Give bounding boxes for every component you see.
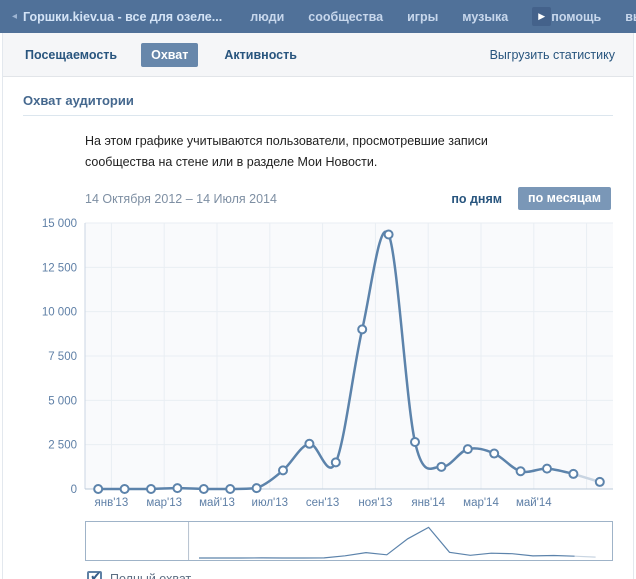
- check-icon: ✔: [90, 568, 102, 579]
- top-nav-right: помощь выйти: [551, 10, 636, 24]
- nav-item-communities[interactable]: сообщества: [308, 10, 383, 24]
- full-reach-label: Полный охват: [110, 572, 191, 579]
- chart-range-navigator[interactable]: [85, 521, 613, 561]
- reach-line-chart[interactable]: 0 2 500 5 000 7 500 10 000 12 500 15 000 янв'13…: [23, 216, 619, 514]
- svg-text:10 000: 10 000: [42, 307, 77, 319]
- navigator-mini-chart: [86, 522, 612, 560]
- play-arrow-icon: ▶: [538, 12, 545, 21]
- nav-item-logout[interactable]: выйти: [625, 10, 636, 24]
- vk-statistics-page: ◂ Горшки.kiev.ua - все для озеле... люди…: [0, 0, 636, 579]
- svg-text:янв'14: янв'14: [411, 497, 445, 509]
- chart-header-row: 14 Октября 2012 – 14 Июля 2014 по дням п…: [85, 187, 611, 210]
- svg-text:май'14: май'14: [516, 497, 552, 509]
- date-range-label: 14 Октября 2012 – 14 Июля 2014: [85, 192, 277, 206]
- svg-text:май'13: май'13: [199, 497, 235, 509]
- nav-item-games[interactable]: игры: [407, 10, 438, 24]
- svg-text:мар'14: мар'14: [463, 497, 499, 509]
- tab-visitors[interactable]: Посещаемость: [25, 43, 117, 67]
- chart-description: На этом графике учитываются пользователи…: [85, 131, 535, 172]
- svg-text:янв'13: янв'13: [95, 497, 129, 509]
- svg-text:сен'13: сен'13: [306, 497, 339, 509]
- top-nav-bar: ◂ Горшки.kiev.ua - все для озеле... люди…: [0, 0, 636, 33]
- stats-tab-bar: Посещаемость Охват Активность Выгрузить …: [3, 33, 633, 77]
- export-statistics-link[interactable]: Выгрузить статистику: [490, 48, 615, 62]
- svg-text:ноя'13: ноя'13: [358, 497, 392, 509]
- svg-text:июл'13: июл'13: [252, 497, 289, 509]
- svg-text:2 500: 2 500: [48, 440, 77, 452]
- nav-item-people[interactable]: люди: [250, 10, 284, 24]
- nav-more-button[interactable]: ▶: [532, 7, 551, 26]
- community-back-link[interactable]: ◂ Горшки.kiev.ua - все для озеле...: [12, 10, 222, 24]
- back-arrow-icon: ◂: [12, 12, 17, 22]
- svg-text:7 500: 7 500: [48, 351, 77, 363]
- top-nav-links: люди сообщества игры музыка ▶: [250, 7, 551, 26]
- community-title: Горшки.kiev.ua - все для озеле...: [23, 10, 222, 24]
- full-reach-row: ✔ Полный охват: [87, 571, 633, 579]
- nav-item-help[interactable]: помощь: [551, 10, 601, 24]
- tab-reach[interactable]: Охват: [141, 43, 198, 67]
- svg-text:15 000: 15 000: [42, 218, 77, 230]
- svg-text:5 000: 5 000: [48, 396, 77, 408]
- full-reach-checkbox[interactable]: ✔: [87, 571, 102, 579]
- by-months-button[interactable]: по месяцам: [518, 187, 611, 210]
- by-days-button[interactable]: по дням: [451, 192, 502, 206]
- nav-item-music[interactable]: музыка: [462, 10, 508, 24]
- svg-text:12 500: 12 500: [42, 263, 77, 275]
- tab-activity[interactable]: Активность: [224, 43, 297, 67]
- svg-text:0: 0: [71, 484, 77, 496]
- section-title: Охват аудитории: [23, 93, 613, 116]
- content-frame: Посещаемость Охват Активность Выгрузить …: [2, 33, 634, 579]
- svg-text:мар'13: мар'13: [146, 497, 182, 509]
- chart-area: 0 2 500 5 000 7 500 10 000 12 500 15 000 янв'13…: [23, 216, 633, 517]
